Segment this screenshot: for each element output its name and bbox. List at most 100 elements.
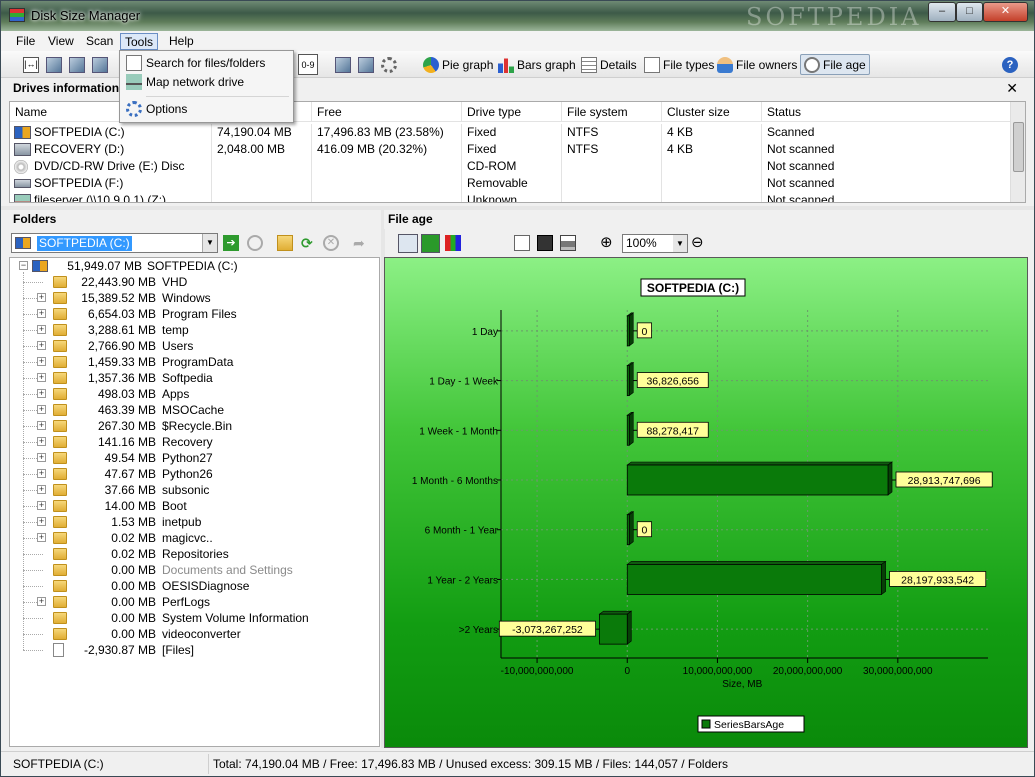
zoom-out-icon[interactable]: ⊖ bbox=[691, 235, 707, 251]
expand-icon[interactable]: + bbox=[37, 325, 46, 334]
folder-tree-row[interactable]: +15,389.52 MB Windows bbox=[10, 290, 379, 306]
expand-icon[interactable]: + bbox=[37, 341, 46, 350]
pie-graph-button[interactable]: Pie graph bbox=[423, 54, 493, 75]
chevron-down-icon[interactable]: ▼ bbox=[202, 234, 217, 252]
menu-help[interactable]: Help bbox=[165, 33, 198, 50]
scan-button[interactable] bbox=[46, 54, 65, 75]
expand-icon[interactable]: + bbox=[37, 437, 46, 446]
close-icon[interactable]: ✕ bbox=[1006, 79, 1018, 98]
folder-tree-row[interactable]: +267.30 MB $Recycle.Bin bbox=[10, 418, 379, 434]
drive-row[interactable]: DVD/CD-RW Drive (E:) Disc CD-ROM Not sca… bbox=[10, 158, 1012, 175]
menu-item-map-network-drive[interactable]: Map network drive bbox=[122, 72, 291, 92]
tree-root[interactable]: − 51,949.07 MB SOFTPEDIA (C:) bbox=[10, 258, 379, 274]
bars-graph-button[interactable]: Bars graph bbox=[498, 54, 576, 75]
save-icon[interactable] bbox=[537, 235, 553, 251]
palette-icon[interactable] bbox=[445, 235, 461, 251]
help-button[interactable]: ? bbox=[1002, 54, 1021, 75]
file-age-button[interactable]: File age bbox=[800, 54, 870, 75]
folder-tree-row[interactable]: 0.00 MB OESISDiagnose bbox=[10, 578, 379, 594]
drive-button[interactable] bbox=[69, 54, 88, 75]
folder-tree-row[interactable]: 0.00 MB System Volume Information bbox=[10, 610, 379, 626]
folder-tree-row[interactable]: +49.54 MB Python27 bbox=[10, 450, 379, 466]
stop-icon[interactable] bbox=[247, 235, 263, 251]
folder-tree-row[interactable]: +47.67 MB Python26 bbox=[10, 466, 379, 482]
folder-tree-row[interactable]: +3,288.61 MB temp bbox=[10, 322, 379, 338]
folder-tree-row[interactable]: 22,443.90 MB VHD bbox=[10, 274, 379, 290]
folder-tree-row[interactable]: +14.00 MB Boot bbox=[10, 498, 379, 514]
folder-tree-row[interactable]: +141.16 MB Recovery bbox=[10, 434, 379, 450]
folder-tree-row[interactable]: 0.00 MB videoconverter bbox=[10, 626, 379, 642]
zoom-in-icon[interactable]: ⊕ bbox=[600, 235, 616, 251]
menu-file[interactable]: File bbox=[12, 33, 39, 50]
minimize-button[interactable]: – bbox=[928, 2, 956, 22]
collapse-button[interactable]: |↔| bbox=[23, 54, 42, 75]
maximize-button[interactable]: □ bbox=[956, 2, 983, 22]
fill-color-icon[interactable] bbox=[421, 234, 440, 253]
folder-tree-row[interactable]: +0.02 MB magicvc.. bbox=[10, 530, 379, 546]
column-header-file-system[interactable]: File system bbox=[562, 102, 662, 121]
column-header-cluster-size[interactable]: Cluster size bbox=[662, 102, 762, 121]
scrollbar-thumb[interactable] bbox=[1013, 122, 1024, 172]
expand-icon[interactable]: + bbox=[37, 485, 46, 494]
file-owners-button[interactable]: File owners bbox=[717, 54, 797, 75]
print-icon[interactable] bbox=[560, 235, 576, 251]
expand-icon[interactable]: + bbox=[37, 405, 46, 414]
expand-icon[interactable]: + bbox=[37, 309, 46, 318]
tools-button[interactable] bbox=[358, 54, 377, 75]
expand-icon[interactable]: + bbox=[37, 373, 46, 382]
folder-tree-row[interactable]: +1,357.36 MB Softpedia bbox=[10, 370, 379, 386]
close-button[interactable]: ✕ bbox=[983, 2, 1028, 22]
line-style-icon[interactable] bbox=[398, 234, 418, 253]
expand-icon[interactable]: + bbox=[37, 501, 46, 510]
refresh-icon[interactable]: ⟳ bbox=[301, 235, 317, 251]
chevron-down-icon[interactable]: ▼ bbox=[673, 235, 687, 252]
expand-icon[interactable]: + bbox=[37, 469, 46, 478]
title-bar[interactable]: Disk Size Manager SOFTPEDIA – □ ✕ bbox=[1, 1, 1034, 31]
menu-tools[interactable]: Tools bbox=[120, 33, 159, 50]
collapse-icon[interactable]: − bbox=[19, 261, 28, 270]
file-types-button[interactable]: File types bbox=[644, 54, 714, 75]
expand-icon[interactable]: + bbox=[37, 453, 46, 462]
expand-icon[interactable]: + bbox=[37, 421, 46, 430]
expand-icon[interactable]: + bbox=[37, 517, 46, 526]
drive-row[interactable]: RECOVERY (D:) 2,048.00 MB 416.09 MB (20.… bbox=[10, 141, 1012, 158]
column-header-free[interactable]: Free bbox=[312, 102, 462, 121]
folder-tree-row[interactable]: 0.02 MB Repositories bbox=[10, 546, 379, 562]
report-button[interactable] bbox=[335, 54, 354, 75]
column-header-drive-type[interactable]: Drive type bbox=[462, 102, 562, 121]
folder-tree-row[interactable]: +1,459.33 MB ProgramData bbox=[10, 354, 379, 370]
folder-tree-row[interactable]: +463.39 MB MSOCache bbox=[10, 402, 379, 418]
folder-tree-row[interactable]: +37.66 MB subsonic bbox=[10, 482, 379, 498]
expand-icon[interactable]: + bbox=[37, 389, 46, 398]
sort-numeric-button[interactable]: 0-9 bbox=[298, 54, 318, 75]
export-icon[interactable]: ➦ bbox=[353, 235, 369, 251]
folder-tree-row[interactable]: +1.53 MB inetpub bbox=[10, 514, 379, 530]
drive-row[interactable]: SOFTPEDIA (F:) Removable Not scanned bbox=[10, 175, 1012, 192]
expand-icon[interactable]: + bbox=[37, 533, 46, 542]
folder-tree-row[interactable]: +2,766.90 MB Users bbox=[10, 338, 379, 354]
expand-icon[interactable]: + bbox=[37, 357, 46, 366]
menu-item-search-files[interactable]: Search for files/folders bbox=[122, 53, 291, 73]
folder-tree-row[interactable]: +6,654.03 MB Program Files bbox=[10, 306, 379, 322]
details-button[interactable]: Details bbox=[581, 54, 637, 75]
folder-tree-row[interactable]: +498.03 MB Apps bbox=[10, 386, 379, 402]
column-header-status[interactable]: Status bbox=[762, 102, 1012, 121]
menu-item-options[interactable]: Options bbox=[122, 99, 291, 119]
drives-scrollbar[interactable] bbox=[1010, 102, 1025, 202]
go-arrow-icon[interactable]: ➔ bbox=[223, 235, 239, 251]
copy-icon[interactable] bbox=[514, 235, 530, 251]
menu-scan[interactable]: Scan bbox=[82, 33, 117, 50]
folder-tree-row[interactable]: 0.00 MB Documents and Settings bbox=[10, 562, 379, 578]
folder-tree-row[interactable]: +0.00 MB PerfLogs bbox=[10, 594, 379, 610]
cancel-icon[interactable]: ✕ bbox=[323, 235, 339, 251]
zoom-select[interactable]: 100% ▼ bbox=[622, 234, 688, 253]
expand-icon[interactable]: + bbox=[37, 597, 46, 606]
options-button[interactable] bbox=[381, 54, 400, 75]
menu-view[interactable]: View bbox=[44, 33, 78, 50]
refresh-button[interactable] bbox=[92, 54, 111, 75]
expand-icon[interactable]: + bbox=[37, 293, 46, 302]
drive-select[interactable]: SOFTPEDIA (C:) ▼ bbox=[11, 233, 218, 253]
drive-row[interactable]: SOFTPEDIA (C:) 74,190.04 MB 17,496.83 MB… bbox=[10, 124, 1012, 141]
folder-tree-row[interactable]: -2,930.87 MB [Files] bbox=[10, 642, 379, 658]
open-folder-icon[interactable] bbox=[277, 235, 293, 251]
